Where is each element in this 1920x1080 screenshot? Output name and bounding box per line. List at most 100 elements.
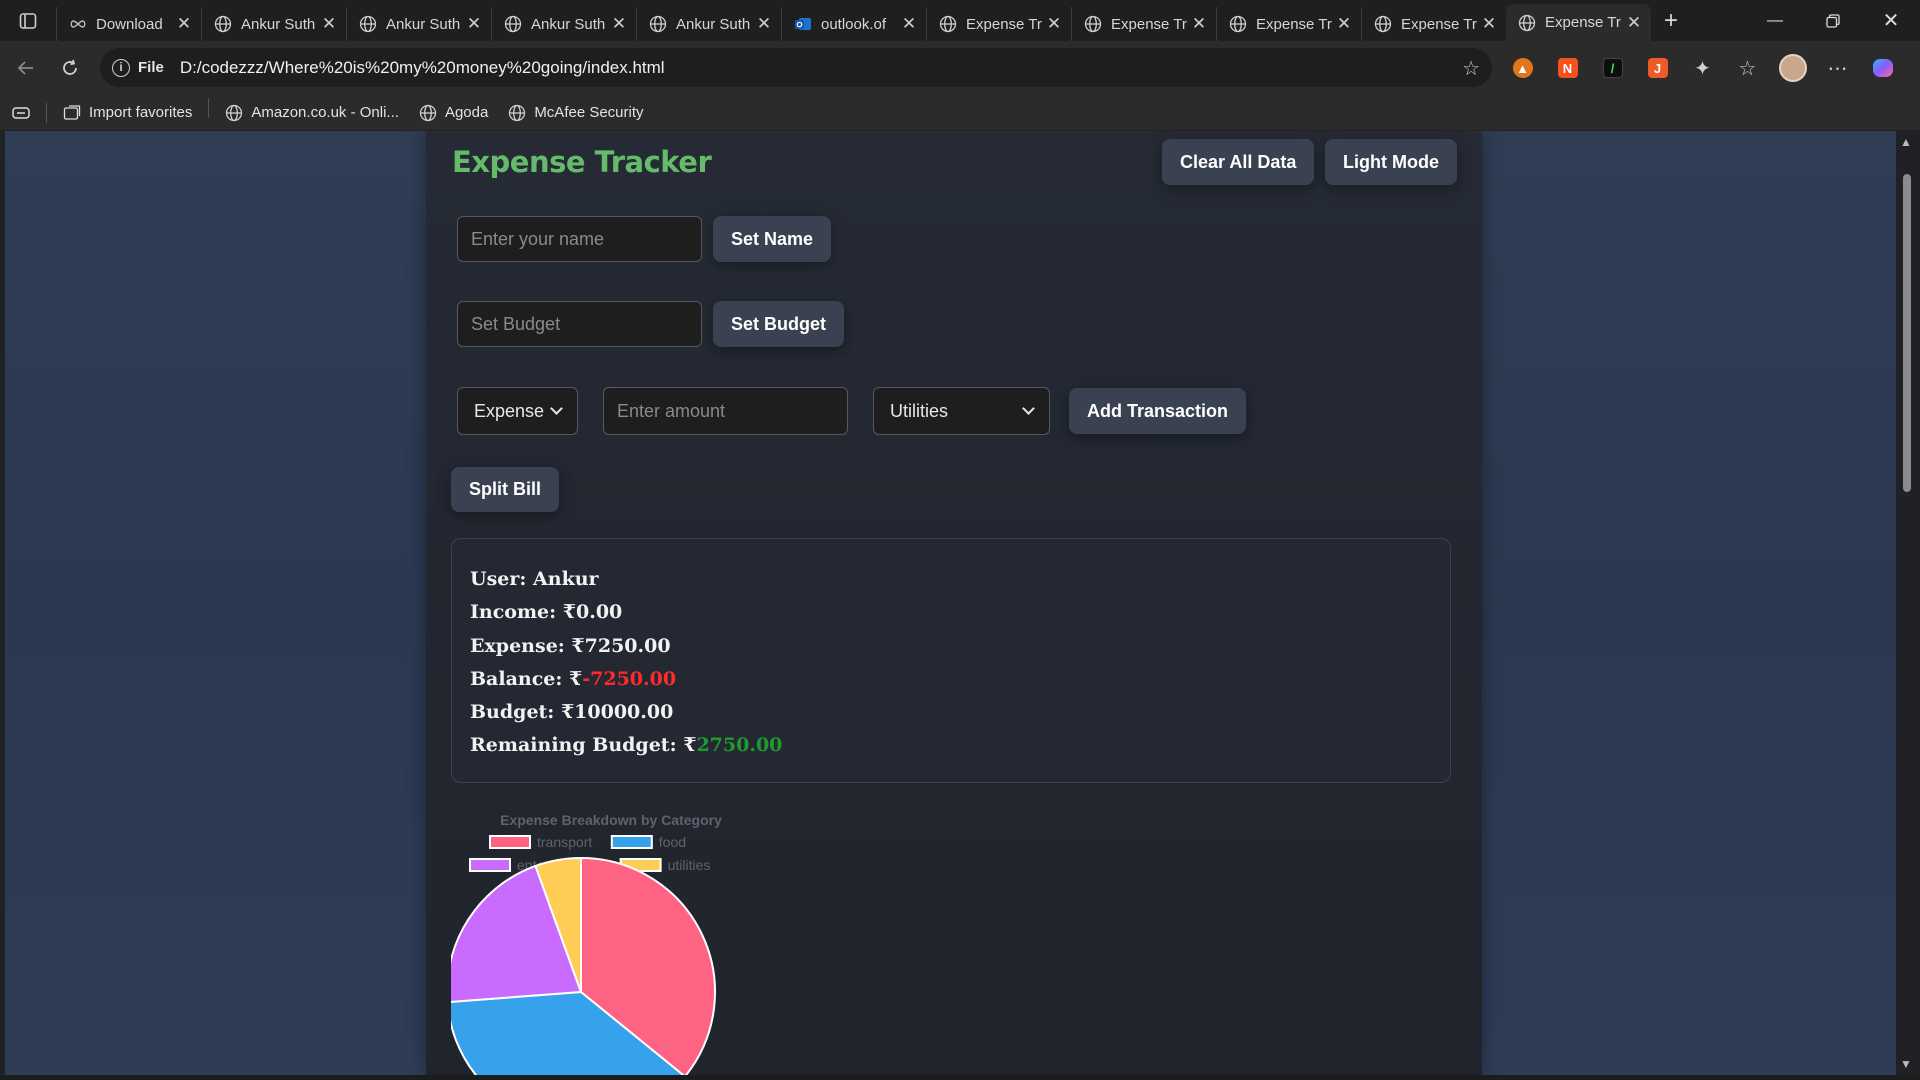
extension-terminal[interactable]: / [1590, 48, 1635, 88]
import-icon [63, 104, 81, 122]
close-tab-icon[interactable]: ✕ [610, 15, 628, 33]
restore-icon [1826, 13, 1840, 28]
browser-tab[interactable]: Ankur Suth ✕ [346, 7, 491, 41]
url-text[interactable]: D:/codezzz/Where%20is%20my%20money%20goi… [180, 58, 665, 78]
close-window-button[interactable]: ✕ [1862, 0, 1920, 41]
globe-icon [504, 15, 522, 33]
site-info-icon[interactable]: i [112, 58, 130, 77]
close-tab-icon[interactable]: ✕ [320, 15, 338, 33]
bookmark-label: Import favorites [89, 104, 193, 121]
restore-button[interactable] [1804, 0, 1862, 41]
browser-tab[interactable]: Expense Tr ✕ [1071, 7, 1216, 41]
favorites-button[interactable]: ☆ [1725, 48, 1770, 88]
legend-swatch-transport[interactable] [489, 835, 531, 849]
browser-tab[interactable]: Ankur Suth ✕ [636, 7, 781, 41]
globe-icon [939, 15, 957, 33]
category-select[interactable]: Utilities [873, 387, 1050, 435]
globe-icon [419, 104, 437, 122]
address-bar[interactable]: i File D:/codezzz/Where%20is%20my%20mone… [100, 48, 1492, 87]
summary-remaining-value: 2750.00 [696, 734, 783, 757]
close-tab-icon[interactable]: ✕ [175, 15, 193, 33]
more-menu-button[interactable]: ⋯ [1815, 48, 1860, 88]
bookmark-label: McAfee Security [534, 104, 644, 121]
legend-label-utilities[interactable]: utilities [668, 857, 711, 873]
transaction-type-select[interactable]: Expense [457, 387, 578, 435]
copilot-icon [1872, 59, 1893, 77]
bookmarks-menu-button[interactable] [0, 98, 40, 128]
browser-tab[interactable]: Expense Tr ✕ [1506, 4, 1651, 41]
sidebar-icon [19, 12, 37, 29]
summary-user-value: Ankur [533, 568, 599, 590]
browser-tab[interactable]: Download ✕ [56, 7, 201, 41]
extension-orange[interactable]: J [1635, 48, 1680, 88]
add-transaction-button[interactable]: Add Transaction [1069, 388, 1247, 434]
split-bill-button[interactable]: Split Bill [451, 467, 559, 512]
set-name-button[interactable]: Set Name [713, 216, 832, 262]
legend-swatch-food[interactable] [610, 835, 653, 849]
theme-toggle-button[interactable]: Light Mode [1325, 139, 1457, 185]
summary-budget: Budget: ₹10000.00 [470, 696, 1432, 729]
summary-user-label: User: [470, 568, 527, 590]
legend-label-food[interactable]: food [659, 834, 686, 850]
scrollbar-thumb[interactable] [1903, 174, 1911, 492]
page-scrollbar[interactable]: ▲ ▼ [1896, 131, 1916, 1075]
summary-card: User: Ankur Income: ₹0.00 Expense: ₹7250… [451, 538, 1451, 783]
reload-button[interactable] [48, 48, 92, 88]
tab-actions-button[interactable] [0, 0, 56, 41]
favorite-star-icon[interactable]: ☆ [1462, 56, 1480, 81]
extensions-area: ▲ N / J ✦ ☆ ⋯ [1500, 48, 1905, 88]
close-tab-icon[interactable]: ✕ [755, 15, 773, 33]
legend-label-transport[interactable]: transport [537, 834, 592, 850]
metamask-extension[interactable]: ▲ [1500, 48, 1545, 88]
summary-remaining-currency: ₹ [683, 734, 697, 757]
browser-tab[interactable]: Expense Tr ✕ [1361, 7, 1506, 41]
bookmark-separator [208, 97, 210, 118]
back-button[interactable] [4, 48, 48, 88]
browser-tab[interactable]: Expense Tr ✕ [1216, 7, 1361, 41]
browser-tab[interactable]: Ankur Suth ✕ [201, 7, 346, 41]
new-tab-button[interactable]: + [1651, 4, 1691, 38]
close-tab-icon[interactable]: ✕ [1480, 15, 1498, 33]
bookmark-item[interactable]: McAfee Security [498, 98, 653, 128]
globe-icon [1518, 14, 1536, 32]
extensions-button[interactable]: ✦ [1680, 48, 1725, 88]
profile-button[interactable] [1770, 48, 1815, 88]
pie-chart-svg: transportfoodentertainmentutilities [451, 834, 716, 1075]
browser-tab[interactable]: Ankur Suth ✕ [491, 7, 636, 41]
scroll-down-icon[interactable]: ▼ [1900, 1057, 1912, 1071]
tab-title: outlook.of [821, 15, 887, 33]
budget-input[interactable] [457, 301, 702, 347]
close-tab-icon[interactable]: ✕ [1045, 15, 1063, 33]
set-budget-button[interactable]: Set Budget [713, 301, 845, 347]
legend-swatch-entertainment[interactable] [469, 858, 511, 872]
extension-red[interactable]: N [1545, 48, 1590, 88]
bookmark-item[interactable]: Amazon.co.uk - Onli... [215, 98, 409, 128]
close-tab-icon[interactable]: ✕ [465, 15, 483, 33]
clear-all-data-button[interactable]: Clear All Data [1162, 139, 1315, 185]
expense-tracker-app: Expense Tracker Clear All Data Light Mod… [426, 131, 1482, 1075]
close-tab-icon[interactable]: ✕ [1335, 15, 1353, 33]
tab-title: Ankur Suth [241, 15, 316, 33]
category-value: Utilities [890, 400, 949, 421]
infinity-icon [69, 15, 87, 33]
bookmark-item[interactable]: Agoda [409, 98, 498, 128]
back-arrow-icon [17, 61, 33, 75]
tab-title: Expense Tr [1545, 14, 1621, 31]
browser-tab[interactable]: Expense Tr ✕ [926, 7, 1071, 41]
amount-input[interactable] [603, 387, 848, 435]
cast-icon: J [1647, 58, 1668, 78]
summary-budget-label: Budget: [470, 701, 555, 724]
bookmark-item[interactable]: Import favorites [53, 98, 202, 128]
tab-title: Expense Tr [1401, 15, 1477, 33]
chevron-down-icon [1022, 402, 1035, 415]
name-input[interactable] [457, 216, 702, 262]
close-tab-icon[interactable]: ✕ [900, 15, 918, 33]
minimize-button[interactable]: — [1746, 0, 1804, 41]
tab-title: Expense Tr [966, 15, 1042, 33]
bookmarks-bar: Import favorites Amazon.co.uk - Onli... Ag… [0, 95, 1920, 130]
browser-tab[interactable]: outlook.of ✕ [781, 7, 926, 41]
scroll-up-icon[interactable]: ▲ [1900, 135, 1912, 149]
close-tab-icon[interactable]: ✕ [1625, 13, 1643, 32]
copilot-button[interactable] [1860, 48, 1905, 88]
close-tab-icon[interactable]: ✕ [1190, 15, 1208, 33]
